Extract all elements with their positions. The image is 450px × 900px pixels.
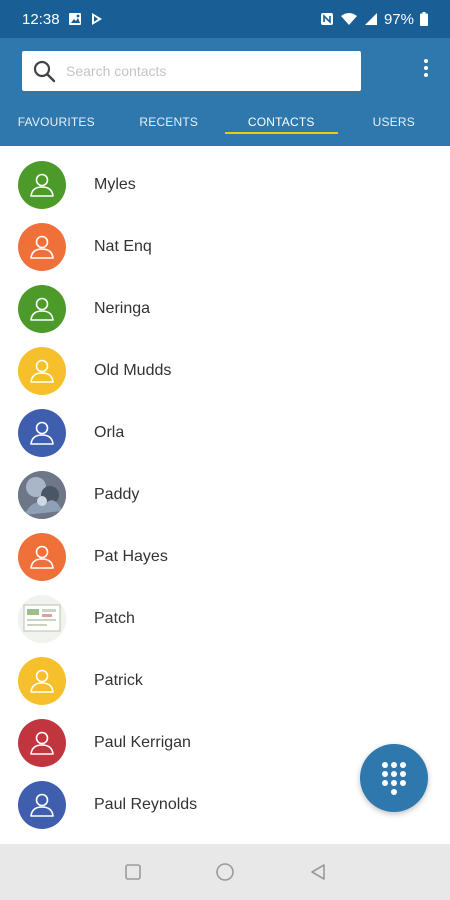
avatar xyxy=(18,285,66,333)
system-nav-bar xyxy=(0,844,450,900)
wifi-icon xyxy=(340,12,358,26)
nfc-icon xyxy=(320,12,334,26)
contact-name: Myles xyxy=(94,176,136,193)
contact-name: Paul Kerrigan xyxy=(94,734,191,751)
tab-users[interactable]: USERS xyxy=(338,98,450,146)
contact-row[interactable]: Neringa xyxy=(0,278,450,340)
contact-row[interactable]: Patrick xyxy=(0,650,450,712)
person-icon xyxy=(30,669,54,693)
tab-bar: FAVOURITES RECENTS CONTACTS USERS xyxy=(0,98,450,146)
contact-name: Old Mudds xyxy=(94,362,172,379)
tab-favourites[interactable]: FAVOURITES xyxy=(0,98,113,146)
status-bar: 12:38 97% xyxy=(0,0,450,38)
contact-row[interactable]: Old Mudds xyxy=(0,340,450,402)
home-circle-icon[interactable] xyxy=(215,862,235,882)
signal-icon xyxy=(364,12,378,26)
contact-name: Patch xyxy=(94,610,135,627)
avatar xyxy=(18,595,66,643)
person-icon xyxy=(30,731,54,755)
battery-percent: 97% xyxy=(383,10,414,28)
search-box[interactable] xyxy=(22,51,361,91)
avatar xyxy=(18,347,66,395)
status-time: 12:38 xyxy=(22,10,60,28)
contact-row[interactable]: Orla xyxy=(0,402,450,464)
avatar xyxy=(18,223,66,271)
play-store-notification-icon xyxy=(90,12,104,26)
person-icon xyxy=(30,173,54,197)
battery-icon xyxy=(420,12,428,26)
contact-name: Paul Reynolds xyxy=(94,796,198,813)
contact-name: Patrick xyxy=(94,672,143,689)
contact-name: Pat Hayes xyxy=(94,548,168,565)
contact-name: Neringa xyxy=(94,300,151,317)
contact-name: Nat Enq xyxy=(94,238,152,255)
app-bar: FAVOURITES RECENTS CONTACTS USERS xyxy=(0,38,450,146)
person-icon xyxy=(30,793,54,817)
avatar xyxy=(18,409,66,457)
avatar xyxy=(18,719,66,767)
contact-row[interactable]: Patch xyxy=(0,588,450,650)
contact-name: Orla xyxy=(94,424,125,441)
avatar xyxy=(18,471,66,519)
avatar xyxy=(18,533,66,581)
avatar xyxy=(18,657,66,705)
dialpad-button[interactable] xyxy=(360,744,428,812)
recents-square-icon[interactable] xyxy=(123,862,143,882)
person-icon xyxy=(30,359,54,383)
contact-row[interactable]: Pat Hayes xyxy=(0,526,450,588)
contact-name: Paddy xyxy=(94,486,140,503)
avatar xyxy=(18,781,66,829)
search-icon xyxy=(32,59,56,83)
photo-notification-icon xyxy=(68,12,82,26)
dialpad-icon xyxy=(380,761,408,795)
search-input[interactable] xyxy=(66,63,336,79)
contact-row[interactable]: Myles xyxy=(0,154,450,216)
person-icon xyxy=(30,297,54,321)
contact-list: Myles Nat Enq Neringa Old Mudds Orla Pad… xyxy=(0,146,450,844)
tab-recents[interactable]: RECENTS xyxy=(113,98,226,146)
contact-row[interactable]: Paddy xyxy=(0,464,450,526)
person-icon xyxy=(30,421,54,445)
tab-contacts[interactable]: CONTACTS xyxy=(225,98,338,146)
avatar xyxy=(18,161,66,209)
person-icon xyxy=(30,235,54,259)
back-triangle-icon[interactable] xyxy=(308,862,328,882)
more-vert-icon[interactable] xyxy=(416,54,436,82)
person-icon xyxy=(30,545,54,569)
contact-row[interactable]: Nat Enq xyxy=(0,216,450,278)
